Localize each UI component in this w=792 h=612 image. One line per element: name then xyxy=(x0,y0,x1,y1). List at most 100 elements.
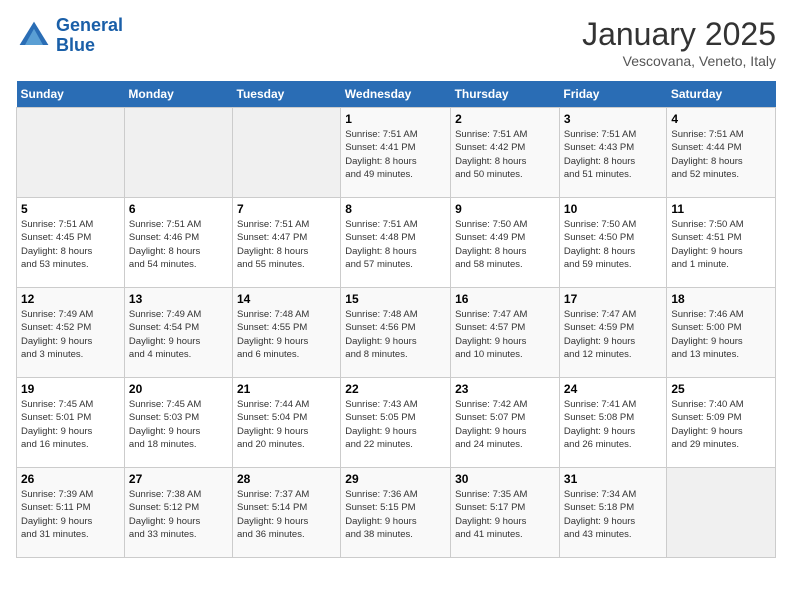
day-info: Sunrise: 7:51 AM Sunset: 4:44 PM Dayligh… xyxy=(671,128,771,181)
calendar-day-cell: 31Sunrise: 7:34 AM Sunset: 5:18 PM Dayli… xyxy=(559,468,666,558)
day-number: 3 xyxy=(564,112,662,126)
calendar-day-cell: 28Sunrise: 7:37 AM Sunset: 5:14 PM Dayli… xyxy=(233,468,341,558)
weekday-header-cell: Tuesday xyxy=(233,81,341,108)
day-info: Sunrise: 7:39 AM Sunset: 5:11 PM Dayligh… xyxy=(21,488,120,541)
day-number: 9 xyxy=(455,202,555,216)
day-info: Sunrise: 7:50 AM Sunset: 4:51 PM Dayligh… xyxy=(671,218,771,271)
day-info: Sunrise: 7:41 AM Sunset: 5:08 PM Dayligh… xyxy=(564,398,662,451)
weekday-header-cell: Wednesday xyxy=(341,81,451,108)
day-number: 14 xyxy=(237,292,336,306)
calendar-day-cell: 30 Sunrise: 7:35 AM Sunset: 5:17 PM Dayli… xyxy=(451,468,560,558)
day-number: 1 xyxy=(345,112,446,126)
calendar-day-cell: 5 Sunrise: 7:51 AM Sunset: 4:45 PM Daylig… xyxy=(17,198,125,288)
day-number: 6 xyxy=(129,202,228,216)
day-info: Sunrise: 7:47 AM Sunset: 4:57 PM Dayligh… xyxy=(455,308,555,361)
day-info: Sunrise: 7:49 AM Sunset: 4:52 PM Dayligh… xyxy=(21,308,120,361)
calendar-day-cell: 15 Sunrise: 7:48 AM Sunset: 4:56 PM Dayli… xyxy=(341,288,451,378)
day-info: Sunrise: 7:45 AM Sunset: 5:01 PM Dayligh… xyxy=(21,398,120,451)
calendar-day-cell: 17 Sunrise: 7:47 AM Sunset: 4:59 PM Dayli… xyxy=(559,288,666,378)
calendar-day-cell: 27 Sunrise: 7:38 AM Sunset: 5:12 PM Dayli… xyxy=(124,468,232,558)
weekday-header-cell: Sunday xyxy=(17,81,125,108)
day-number: 19 xyxy=(21,382,120,396)
day-info: Sunrise: 7:35 AM Sunset: 5:17 PM Dayligh… xyxy=(455,488,555,541)
calendar-day-cell: 14Sunrise: 7:48 AM Sunset: 4:55 PM Dayli… xyxy=(233,288,341,378)
calendar-day-cell: 7 Sunrise: 7:51 AM Sunset: 4:47 PM Daylig… xyxy=(233,198,341,288)
calendar-day-cell: 8 Sunrise: 7:51 AM Sunset: 4:48 PM Daylig… xyxy=(341,198,451,288)
calendar-day-cell: 21Sunrise: 7:44 AM Sunset: 5:04 PM Dayli… xyxy=(233,378,341,468)
calendar-day-cell: 22 Sunrise: 7:43 AM Sunset: 5:05 PM Dayli… xyxy=(341,378,451,468)
calendar-day-cell: 3 Sunrise: 7:51 AM Sunset: 4:43 PM Daylig… xyxy=(559,108,666,198)
weekday-header-cell: Saturday xyxy=(667,81,776,108)
day-info: Sunrise: 7:46 AM Sunset: 5:00 PM Dayligh… xyxy=(671,308,771,361)
day-info: Sunrise: 7:43 AM Sunset: 5:05 PM Dayligh… xyxy=(345,398,446,451)
day-info: Sunrise: 7:51 AM Sunset: 4:48 PM Dayligh… xyxy=(345,218,446,271)
day-info: Sunrise: 7:48 AM Sunset: 4:56 PM Dayligh… xyxy=(345,308,446,361)
day-info: Sunrise: 7:51 AM Sunset: 4:41 PM Dayligh… xyxy=(345,128,446,181)
day-number: 27 xyxy=(129,472,228,486)
day-number: 22 xyxy=(345,382,446,396)
day-number: 28 xyxy=(237,472,336,486)
calendar-day-cell: 19 Sunrise: 7:45 AM Sunset: 5:01 PM Dayli… xyxy=(17,378,125,468)
day-info: Sunrise: 7:51 AM Sunset: 4:47 PM Dayligh… xyxy=(237,218,336,271)
day-info: Sunrise: 7:49 AM Sunset: 4:54 PM Dayligh… xyxy=(129,308,228,361)
day-info: Sunrise: 7:36 AM Sunset: 5:15 PM Dayligh… xyxy=(345,488,446,541)
day-number: 8 xyxy=(345,202,446,216)
calendar-week-row: 1 Sunrise: 7:51 AM Sunset: 4:41 PM Daylig… xyxy=(17,108,776,198)
calendar-week-row: 12Sunrise: 7:49 AM Sunset: 4:52 PM Dayli… xyxy=(17,288,776,378)
title-section: January 2025 Vescovana, Veneto, Italy xyxy=(582,16,776,69)
weekday-header-cell: Friday xyxy=(559,81,666,108)
calendar-day-cell: 9 Sunrise: 7:50 AM Sunset: 4:49 PM Daylig… xyxy=(451,198,560,288)
calendar-day-cell xyxy=(667,468,776,558)
day-number: 25 xyxy=(671,382,771,396)
calendar-week-row: 19 Sunrise: 7:45 AM Sunset: 5:01 PM Dayli… xyxy=(17,378,776,468)
day-number: 18 xyxy=(671,292,771,306)
calendar-header: SundayMondayTuesdayWednesdayThursdayFrid… xyxy=(17,81,776,108)
calendar-day-cell: 4 Sunrise: 7:51 AM Sunset: 4:44 PM Daylig… xyxy=(667,108,776,198)
day-info: Sunrise: 7:50 AM Sunset: 4:50 PM Dayligh… xyxy=(564,218,662,271)
day-info: Sunrise: 7:40 AM Sunset: 5:09 PM Dayligh… xyxy=(671,398,771,451)
calendar-day-cell: 11 Sunrise: 7:50 AM Sunset: 4:51 PM Dayli… xyxy=(667,198,776,288)
calendar-day-cell: 10 Sunrise: 7:50 AM Sunset: 4:50 PM Dayli… xyxy=(559,198,666,288)
calendar-day-cell: 18 Sunrise: 7:46 AM Sunset: 5:00 PM Dayli… xyxy=(667,288,776,378)
calendar-day-cell: 16 Sunrise: 7:47 AM Sunset: 4:57 PM Dayli… xyxy=(451,288,560,378)
calendar-day-cell: 1 Sunrise: 7:51 AM Sunset: 4:41 PM Daylig… xyxy=(341,108,451,198)
calendar-day-cell: 24 Sunrise: 7:41 AM Sunset: 5:08 PM Dayli… xyxy=(559,378,666,468)
day-number: 11 xyxy=(671,202,771,216)
day-info: Sunrise: 7:51 AM Sunset: 4:43 PM Dayligh… xyxy=(564,128,662,181)
calendar-day-cell: 12Sunrise: 7:49 AM Sunset: 4:52 PM Dayli… xyxy=(17,288,125,378)
day-info: Sunrise: 7:38 AM Sunset: 5:12 PM Dayligh… xyxy=(129,488,228,541)
calendar-table: SundayMondayTuesdayWednesdayThursdayFrid… xyxy=(16,81,776,558)
day-info: Sunrise: 7:45 AM Sunset: 5:03 PM Dayligh… xyxy=(129,398,228,451)
calendar-day-cell: 29 Sunrise: 7:36 AM Sunset: 5:15 PM Dayli… xyxy=(341,468,451,558)
day-number: 31 xyxy=(564,472,662,486)
day-info: Sunrise: 7:51 AM Sunset: 4:42 PM Dayligh… xyxy=(455,128,555,181)
day-info: Sunrise: 7:51 AM Sunset: 4:46 PM Dayligh… xyxy=(129,218,228,271)
day-number: 4 xyxy=(671,112,771,126)
day-number: 30 xyxy=(455,472,555,486)
day-number: 21 xyxy=(237,382,336,396)
day-number: 23 xyxy=(455,382,555,396)
day-number: 24 xyxy=(564,382,662,396)
day-number: 17 xyxy=(564,292,662,306)
day-info: Sunrise: 7:50 AM Sunset: 4:49 PM Dayligh… xyxy=(455,218,555,271)
logo-text: General Blue xyxy=(56,16,123,56)
calendar-day-cell: 25 Sunrise: 7:40 AM Sunset: 5:09 PM Dayli… xyxy=(667,378,776,468)
page-header: General Blue January 2025 Vescovana, Ven… xyxy=(16,16,776,69)
day-number: 2 xyxy=(455,112,555,126)
day-number: 29 xyxy=(345,472,446,486)
calendar-day-cell: 13Sunrise: 7:49 AM Sunset: 4:54 PM Dayli… xyxy=(124,288,232,378)
day-info: Sunrise: 7:51 AM Sunset: 4:45 PM Dayligh… xyxy=(21,218,120,271)
day-number: 15 xyxy=(345,292,446,306)
calendar-title: January 2025 xyxy=(582,16,776,53)
day-number: 16 xyxy=(455,292,555,306)
weekday-header-cell: Monday xyxy=(124,81,232,108)
calendar-week-row: 26Sunrise: 7:39 AM Sunset: 5:11 PM Dayli… xyxy=(17,468,776,558)
day-info: Sunrise: 7:47 AM Sunset: 4:59 PM Dayligh… xyxy=(564,308,662,361)
day-number: 20 xyxy=(129,382,228,396)
day-number: 7 xyxy=(237,202,336,216)
day-number: 10 xyxy=(564,202,662,216)
weekday-header-cell: Thursday xyxy=(451,81,560,108)
day-number: 5 xyxy=(21,202,120,216)
calendar-day-cell xyxy=(124,108,232,198)
calendar-day-cell: 23Sunrise: 7:42 AM Sunset: 5:07 PM Dayli… xyxy=(451,378,560,468)
